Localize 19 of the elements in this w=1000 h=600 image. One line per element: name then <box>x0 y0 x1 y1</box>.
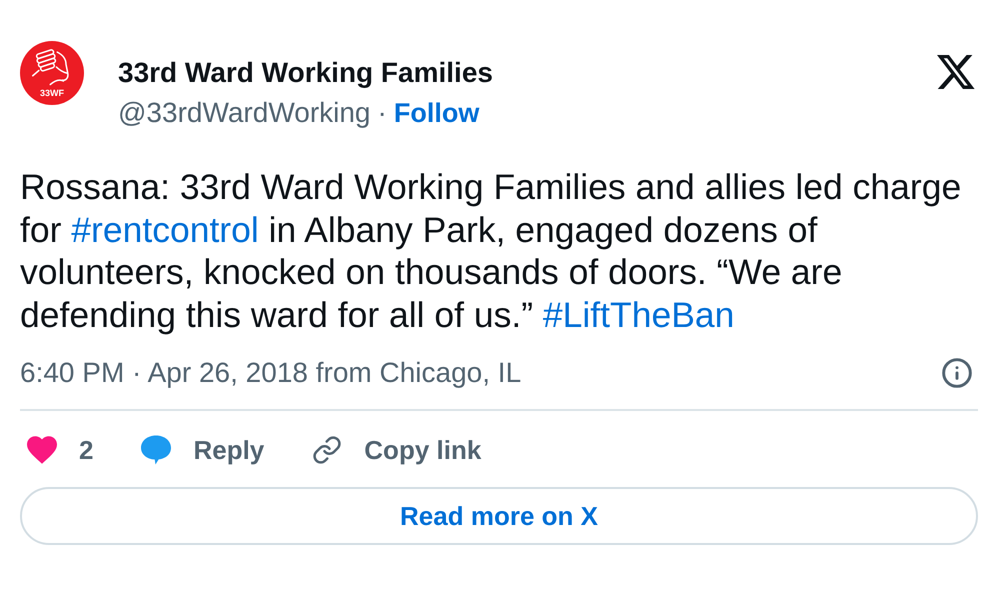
timestamp[interactable]: 6:40 PM · Apr 26, 2018 from Chicago, IL <box>20 358 522 388</box>
reply-button[interactable]: Reply <box>141 435 264 465</box>
follow-link[interactable]: Follow <box>394 97 480 129</box>
heart-icon <box>27 436 57 464</box>
account-handle[interactable]: @33rdWardWorking <box>118 97 371 129</box>
hashtag-link[interactable]: #LiftTheBan <box>542 294 734 334</box>
link-icon <box>312 435 342 465</box>
account-name[interactable]: 33rd Ward Working Families <box>118 57 493 89</box>
speech-bubble-icon <box>141 435 172 465</box>
avatar[interactable]: 33WF <box>20 41 84 105</box>
x-logo-icon[interactable] <box>937 55 975 89</box>
like-button[interactable]: 2 <box>27 435 94 465</box>
copy-link-button[interactable]: Copy link <box>312 435 482 465</box>
separator-dot: · <box>378 97 387 129</box>
read-more-button[interactable]: Read more on X <box>20 487 978 545</box>
avatar-text: 33WF <box>40 88 64 98</box>
info-icon[interactable] <box>941 357 973 389</box>
hashtag-link[interactable]: #rentcontrol <box>71 210 259 250</box>
tweet-text: Rossana: 33rd Ward Working Families and allies led charge for #rentcontrol in Albany Park, engaged dozens of volunteers, knocked on thousands of doors. “We are defending this ward for all of us.” #LiftTheBan <box>20 166 962 336</box>
